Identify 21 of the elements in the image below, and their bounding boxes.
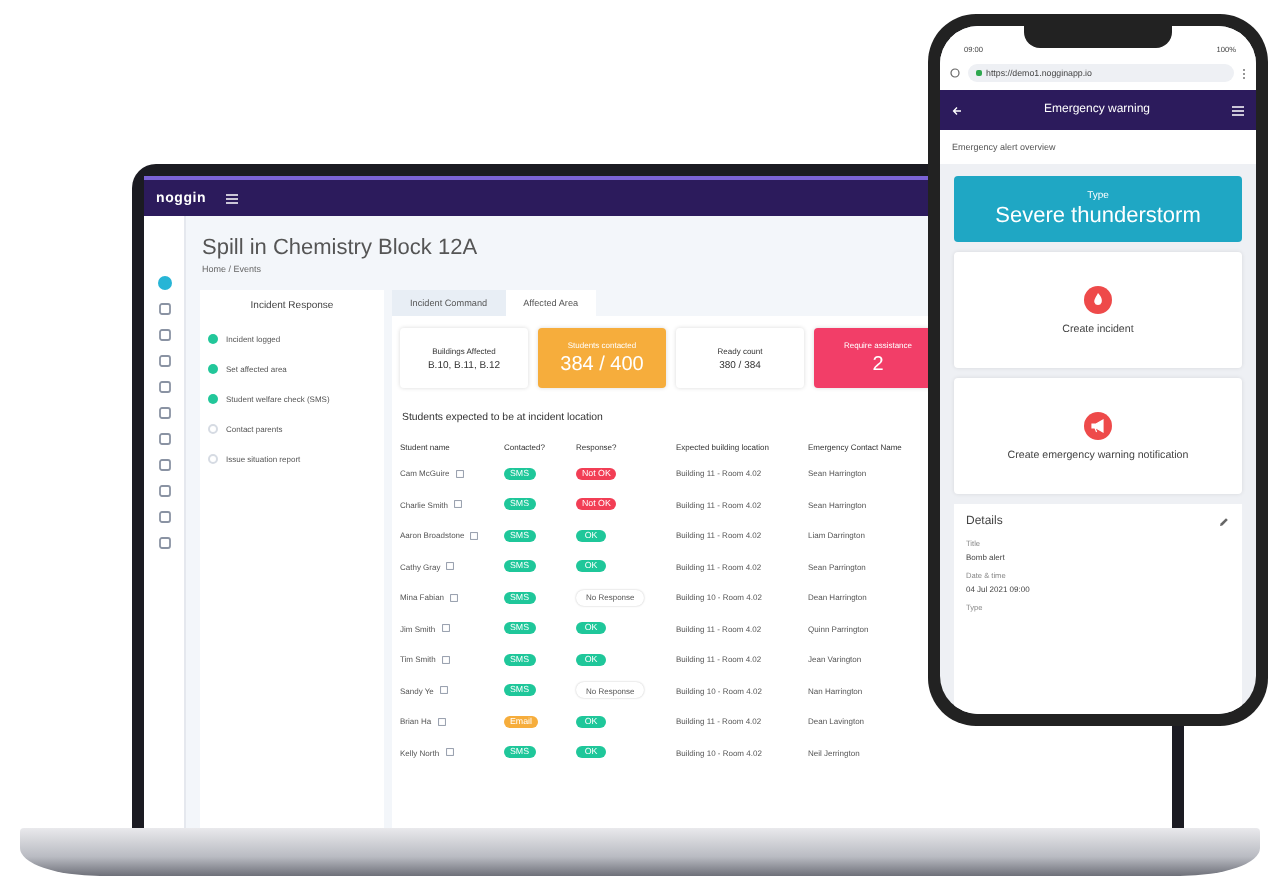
menu-icon[interactable] [226, 193, 239, 203]
nav-icon[interactable] [157, 510, 171, 524]
stat-value: 384 / 400 [560, 354, 644, 376]
home-icon[interactable] [950, 68, 960, 78]
nav-icon[interactable] [157, 276, 171, 290]
back-icon[interactable] [952, 105, 962, 115]
nav-icon[interactable] [157, 406, 171, 420]
menu-icon[interactable] [1232, 105, 1244, 115]
megaphone-icon [1084, 411, 1112, 439]
type-value: Severe thunderstorm [995, 204, 1201, 228]
nav-icon[interactable] [157, 536, 171, 550]
nav-icon[interactable] [157, 354, 171, 368]
nav-icon[interactable] [157, 328, 171, 342]
flame-icon [1084, 285, 1112, 313]
stat-value: 2 [872, 354, 884, 376]
nav-icon[interactable] [157, 302, 171, 316]
page-title: Spill in Chemistry Block 12A [202, 236, 480, 260]
nav-icon[interactable] [157, 458, 171, 472]
nav-icon[interactable] [157, 432, 171, 446]
nav-icon[interactable] [157, 484, 171, 498]
nav-icon[interactable] [157, 380, 171, 394]
